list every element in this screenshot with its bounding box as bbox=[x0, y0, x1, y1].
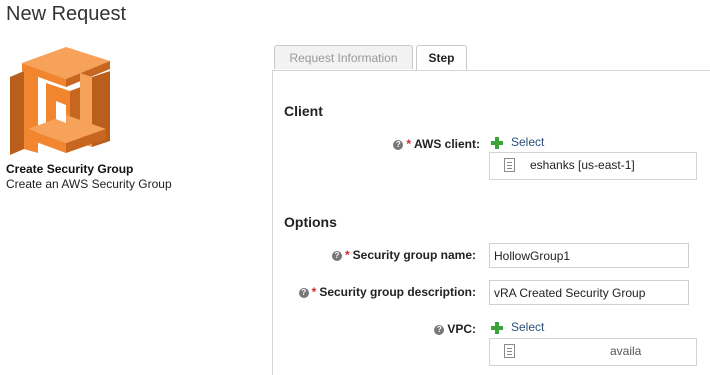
help-icon[interactable]: ? bbox=[393, 139, 404, 150]
aws-client-select-button[interactable]: Select bbox=[491, 135, 544, 149]
help-icon[interactable]: ? bbox=[331, 250, 342, 261]
aws-client-value: eshanks [us-east-1] bbox=[530, 158, 635, 172]
aws-building-logo-icon bbox=[10, 47, 110, 155]
security-group-name-label-text: Security group name: bbox=[352, 248, 476, 262]
vpc-label: ? VPC: bbox=[434, 322, 476, 336]
document-icon bbox=[504, 344, 515, 358]
vpc-label-text: VPC: bbox=[447, 322, 476, 336]
security-group-description-label: ? * Security group description: bbox=[298, 285, 476, 299]
required-marker: * bbox=[311, 285, 317, 299]
client-section-heading: Client bbox=[284, 103, 323, 119]
required-marker: * bbox=[344, 248, 350, 262]
aws-client-label-text: AWS client: bbox=[413, 137, 480, 151]
add-icon bbox=[491, 321, 503, 334]
vpc-value: availa bbox=[610, 344, 642, 358]
tab-request-information[interactable]: Request Information bbox=[274, 45, 413, 69]
add-icon bbox=[491, 136, 503, 149]
help-icon[interactable]: ? bbox=[298, 287, 309, 298]
page-title: New Request bbox=[6, 3, 127, 25]
options-section-heading: Options bbox=[284, 214, 337, 230]
security-group-description-label-text: Security group description: bbox=[319, 285, 476, 299]
document-icon bbox=[504, 158, 515, 172]
aws-client-select-label: Select bbox=[511, 135, 545, 149]
security-group-description-input[interactable] bbox=[489, 280, 689, 305]
catalog-item-description: Create an AWS Security Group bbox=[6, 177, 172, 191]
vpc-value-box: availa bbox=[489, 338, 697, 366]
tab-step[interactable]: Step bbox=[416, 45, 467, 71]
aws-client-label: ? * AWS client: bbox=[393, 137, 480, 151]
help-icon[interactable]: ? bbox=[434, 324, 445, 335]
vpc-select-label: Select bbox=[511, 320, 545, 334]
security-group-name-label: ? * Security group name: bbox=[331, 248, 476, 262]
catalog-item-title: Create Security Group bbox=[6, 162, 134, 176]
required-marker: * bbox=[406, 137, 411, 151]
security-group-name-input[interactable] bbox=[489, 243, 689, 268]
aws-client-value-box: eshanks [us-east-1] bbox=[489, 152, 697, 180]
vpc-select-button[interactable]: Select bbox=[491, 320, 544, 334]
